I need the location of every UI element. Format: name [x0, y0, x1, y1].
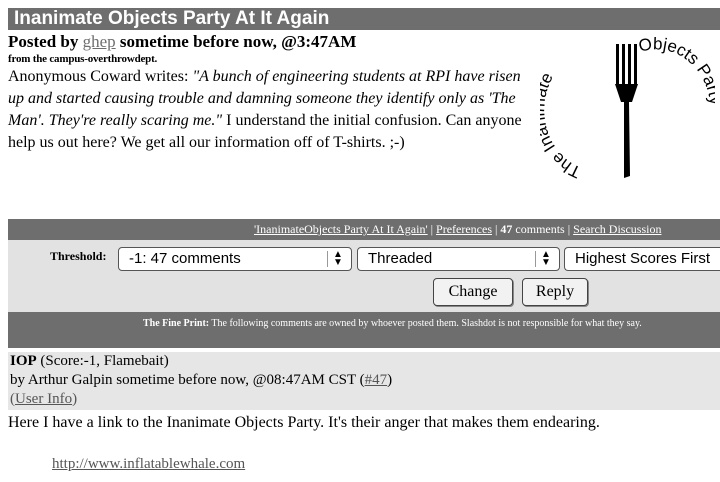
threshold-label: Threshold:: [50, 249, 107, 263]
comment-author-time: by Arthur Galpin sometime before now, @0…: [10, 372, 365, 388]
threshold-value: -1: 47 comments: [129, 250, 241, 267]
author-link[interactable]: ghep: [83, 32, 116, 51]
reply-button[interactable]: Reply: [522, 278, 588, 306]
fine-print-label: The Fine Print:: [143, 318, 210, 329]
comment-score: (Score:-1, Flamebait): [36, 353, 169, 369]
posted-time: sometime before now, @3:47AM: [115, 32, 357, 51]
comments-label: comments: [512, 222, 565, 236]
logo-text-right: Objects Party: [637, 36, 715, 107]
story-byline: Posted by ghep sometime before now, @3:4…: [8, 32, 356, 52]
threshold-select[interactable]: -1: 47 comments ▲ ▼: [118, 247, 352, 271]
comment-byline: by Arthur Galpin sometime before now, @0…: [10, 372, 392, 389]
nav-separator: |: [564, 222, 574, 236]
comment-number-link[interactable]: #47: [365, 372, 388, 388]
comment-byline-close: ): [387, 372, 393, 388]
story-body: Anonymous Coward writes: "A bunch of eng…: [8, 66, 528, 154]
party-logo: The Inanimate Objects Party: [540, 36, 715, 182]
posted-prefix: Posted by: [8, 32, 83, 51]
nav-separator: |: [427, 222, 437, 236]
search-discussion-link[interactable]: Search Discussion: [573, 222, 661, 236]
comment-count: 47: [500, 222, 513, 236]
display-mode-select[interactable]: Threaded ▲ ▼: [357, 247, 560, 271]
department-line: from the campus-overthrowdept.: [8, 53, 158, 65]
story-intro: Anonymous Coward writes:: [8, 68, 193, 85]
comment-url-link[interactable]: http://www.inflatablewhale.com: [52, 456, 245, 473]
logo-text-left: The Inanimate: [540, 70, 584, 182]
preferences-link[interactable]: Preferences: [436, 222, 492, 236]
updown-arrow-icon: ▲ ▼: [535, 250, 556, 268]
fork-icon: [615, 44, 638, 178]
sort-order-value: Highest Scores First: [575, 250, 711, 267]
fine-print: The Fine Print: The following comments a…: [143, 318, 642, 329]
paren-close: ): [72, 391, 78, 407]
updown-arrow-icon: ▲ ▼: [327, 250, 348, 268]
comment-subject: IOP: [10, 353, 37, 369]
display-mode-value: Threaded: [368, 250, 433, 267]
story-title: Inanimate Objects Party At It Again: [14, 8, 330, 29]
story-link[interactable]: 'InanimateObjects Party At It Again': [254, 222, 428, 236]
sort-order-select[interactable]: Highest Scores First: [564, 247, 720, 271]
discussion-nav: 'InanimateObjects Party At It Again' | P…: [254, 221, 661, 238]
comment-body: Here I have a link to the Inanimate Obje…: [8, 414, 600, 431]
comment-title-line: IOP (Score:-1, Flamebait): [10, 353, 169, 370]
fine-print-text: The following comments are owned by whoe…: [209, 318, 642, 329]
user-info-link[interactable]: User Info: [15, 391, 72, 407]
change-button[interactable]: Change: [433, 278, 513, 306]
comment-user-info: (User Info): [10, 391, 77, 408]
